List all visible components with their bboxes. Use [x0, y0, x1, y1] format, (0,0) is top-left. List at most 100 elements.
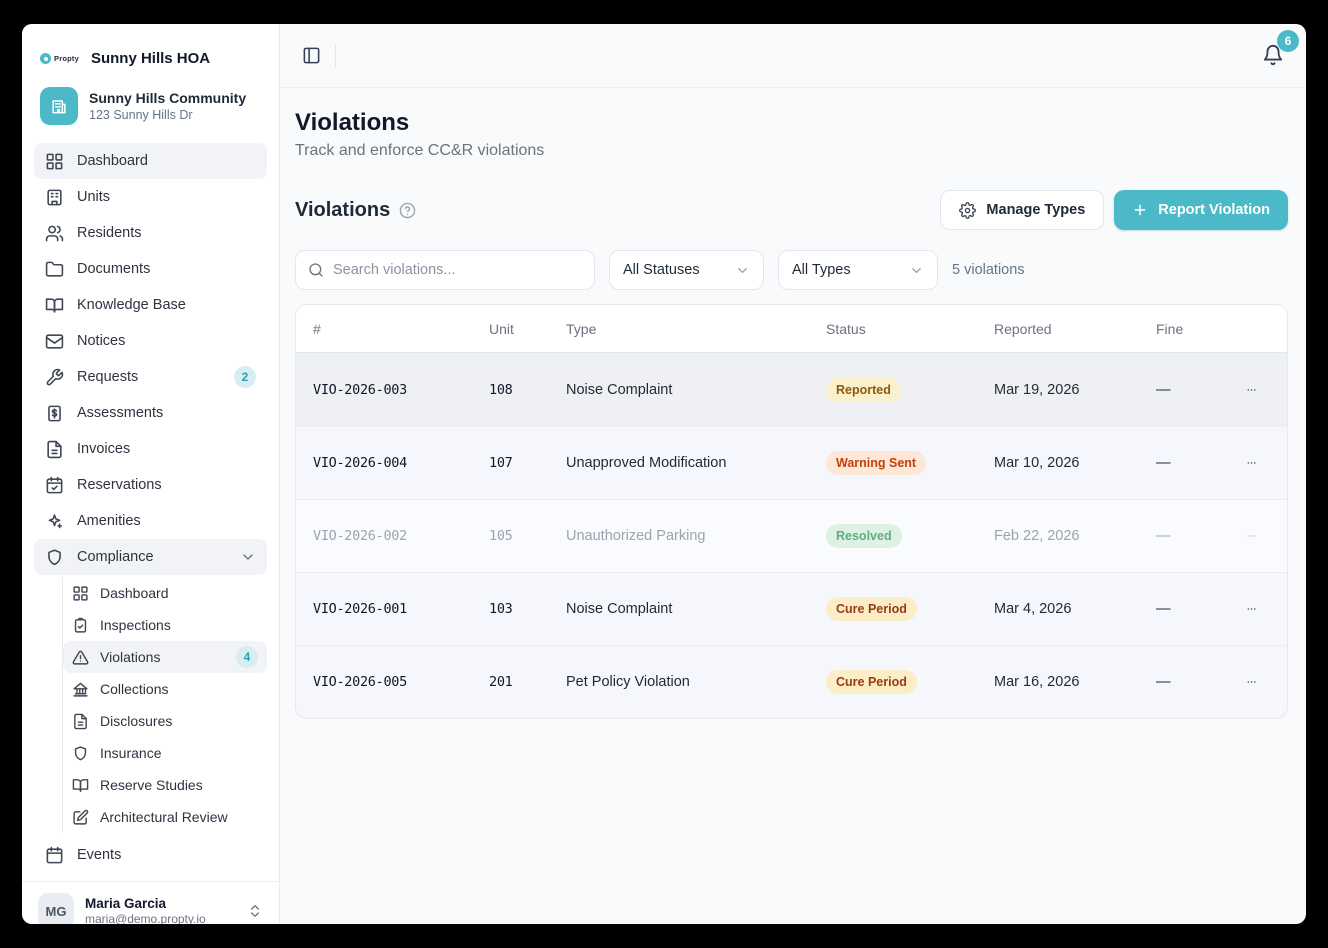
- sidebar-item-collections[interactable]: Collections: [63, 673, 267, 705]
- row-actions-button[interactable]: [1229, 376, 1257, 404]
- search-icon: [308, 262, 324, 278]
- notifications-button[interactable]: 6: [1262, 44, 1286, 68]
- clipboard-check-icon: [72, 617, 89, 634]
- compliance-subnav: Dashboard Inspections Violations 4 Colle…: [62, 577, 267, 833]
- edit-square-icon: [72, 809, 89, 826]
- wrench-icon: [45, 368, 64, 387]
- table-row[interactable]: VIO-2026-005 201 Pet Policy Violation Cu…: [296, 645, 1287, 718]
- violation-reported-date: Mar 19, 2026: [977, 382, 1139, 398]
- violation-id: VIO-2026-005: [296, 674, 472, 690]
- sidebar-item-dashboard[interactable]: Dashboard: [63, 577, 267, 609]
- manage-types-button[interactable]: Manage Types: [940, 190, 1104, 230]
- org-name: Sunny Hills HOA: [91, 50, 210, 67]
- sparkles-icon: [45, 512, 64, 531]
- violation-unit: 105: [472, 528, 549, 544]
- user-email: maria@demo.propty.io: [85, 912, 206, 924]
- sidebar-item-dashboard[interactable]: Dashboard: [34, 143, 267, 179]
- violation-type: Unapproved Modification: [549, 455, 809, 471]
- sidebar-item-compliance[interactable]: Compliance: [34, 539, 267, 575]
- plus-icon: [1132, 202, 1148, 218]
- community-address: 123 Sunny Hills Dr: [89, 107, 246, 123]
- table-body: VIO-2026-003 108 Noise Complaint Reporte…: [296, 353, 1287, 718]
- violation-fine: —: [1139, 528, 1229, 544]
- violation-reported-date: Mar 10, 2026: [977, 455, 1139, 471]
- sidebar-item-residents[interactable]: Residents: [34, 215, 267, 251]
- sidebar-item-inspections[interactable]: Inspections: [63, 609, 267, 641]
- bank-icon: [72, 681, 89, 698]
- propty-logo-icon: [40, 53, 51, 64]
- table-row[interactable]: VIO-2026-003 108 Noise Complaint Reporte…: [296, 353, 1287, 426]
- content: Violations Track and enforce CC&R violat…: [280, 88, 1306, 924]
- building-icon: [45, 188, 64, 207]
- status-badge: Resolved: [826, 524, 902, 548]
- table-row[interactable]: VIO-2026-002 105 Unauthorized Parking Re…: [296, 499, 1287, 572]
- violation-id: VIO-2026-001: [296, 601, 472, 617]
- shield-icon: [72, 745, 89, 762]
- sidebar-item-disclosures[interactable]: Disclosures: [63, 705, 267, 737]
- sidebar-item-violations[interactable]: Violations 4: [63, 641, 267, 673]
- topbar: 6: [280, 24, 1306, 88]
- violation-id: VIO-2026-002: [296, 528, 472, 544]
- violation-reported-date: Mar 16, 2026: [977, 674, 1139, 690]
- violation-type: Noise Complaint: [549, 601, 809, 617]
- violation-unit: 103: [472, 601, 549, 617]
- manage-types-label: Manage Types: [986, 202, 1085, 218]
- sidebar-item-events[interactable]: Events: [34, 837, 267, 873]
- help-circle-icon[interactable]: [399, 202, 416, 219]
- sidebar-item-reserve-studies[interactable]: Reserve Studies: [63, 769, 267, 801]
- sidebar-item-knowledge-base[interactable]: Knowledge Base: [34, 287, 267, 323]
- type-filter-value: All Types: [792, 262, 883, 278]
- table-header: #UnitTypeStatusReportedFine: [296, 305, 1287, 353]
- violation-type: Unauthorized Parking: [549, 528, 809, 544]
- table-row[interactable]: VIO-2026-001 103 Noise Complaint Cure Pe…: [296, 572, 1287, 645]
- propty-logo-word: Propty: [54, 54, 79, 63]
- row-actions-button[interactable]: [1229, 668, 1257, 696]
- sidebar-toggle-button[interactable]: [297, 42, 325, 70]
- count-badge: 4: [236, 646, 258, 668]
- row-actions-button[interactable]: [1229, 595, 1257, 623]
- violation-unit: 107: [472, 455, 549, 471]
- app-logo: Propty Sunny Hills HOA: [22, 24, 279, 75]
- events-nav: Events: [22, 833, 279, 881]
- avatar: MG: [38, 893, 74, 924]
- propty-logo: Propty: [40, 53, 79, 64]
- notification-count-badge: 6: [1277, 30, 1299, 52]
- sidebar-item-documents[interactable]: Documents: [34, 251, 267, 287]
- result-count: 5 violations: [952, 262, 1025, 278]
- grid-icon: [72, 585, 89, 602]
- row-actions-button[interactable]: [1229, 522, 1257, 550]
- violation-type: Noise Complaint: [549, 382, 809, 398]
- search-input[interactable]: [333, 262, 582, 278]
- sidebar-nav: Dashboard Units Residents Documents Know…: [22, 129, 279, 575]
- chevron-down-icon: [909, 263, 924, 278]
- book-open-icon: [72, 777, 89, 794]
- type-filter-select[interactable]: All Types: [778, 250, 938, 290]
- violation-unit: 201: [472, 674, 549, 690]
- sidebar-item-units[interactable]: Units: [34, 179, 267, 215]
- table-row[interactable]: VIO-2026-004 107 Unapproved Modification…: [296, 426, 1287, 499]
- sidebar-item-assessments[interactable]: Assessments: [34, 395, 267, 431]
- folder-icon: [45, 260, 64, 279]
- report-violation-button[interactable]: Report Violation: [1114, 190, 1288, 230]
- topbar-divider: [335, 44, 336, 68]
- sidebar-item-notices[interactable]: Notices: [34, 323, 267, 359]
- row-actions-button[interactable]: [1229, 449, 1257, 477]
- sidebar-item-invoices[interactable]: Invoices: [34, 431, 267, 467]
- sidebar-item-amenities[interactable]: Amenities: [34, 503, 267, 539]
- sidebar-item-insurance[interactable]: Insurance: [63, 737, 267, 769]
- violation-reported-date: Mar 4, 2026: [977, 601, 1139, 617]
- calendar-icon: [45, 846, 64, 865]
- sidebar-item-requests[interactable]: Requests 2: [34, 359, 267, 395]
- page-title: Violations: [295, 108, 1288, 138]
- users-icon: [45, 224, 64, 243]
- chevron-down-icon: [735, 263, 750, 278]
- violation-fine: —: [1139, 674, 1229, 690]
- section-heading: Violations: [295, 199, 416, 222]
- mail-icon: [45, 332, 64, 351]
- count-badge: 2: [234, 366, 256, 388]
- sidebar-item-reservations[interactable]: Reservations: [34, 467, 267, 503]
- sidebar-item-architectural-review[interactable]: Architectural Review: [63, 801, 267, 833]
- status-filter-select[interactable]: All Statuses: [609, 250, 764, 290]
- user-menu[interactable]: MG Maria Garcia maria@demo.propty.io: [22, 881, 279, 924]
- community-switcher[interactable]: Sunny Hills Community 123 Sunny Hills Dr: [40, 87, 261, 125]
